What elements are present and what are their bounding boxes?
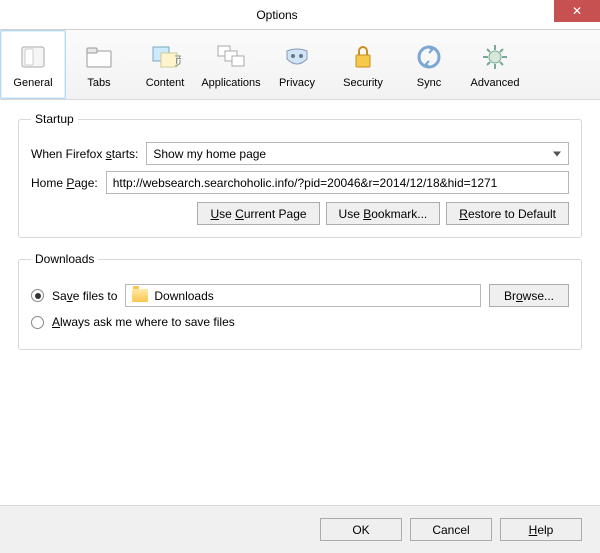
tab-security[interactable]: Security [330,30,396,99]
when-firefox-starts-label: When Firefox starts: [31,147,138,161]
help-button[interactable]: Help [500,518,582,541]
tab-label: Applications [201,77,260,89]
startup-legend: Startup [31,112,78,126]
close-button[interactable]: ✕ [554,0,600,22]
downloads-legend: Downloads [31,252,98,266]
content-icon: 页 [149,41,181,73]
home-page-input[interactable] [106,171,569,194]
tab-advanced[interactable]: Advanced [462,30,528,99]
tab-label: Sync [417,77,441,89]
cancel-button[interactable]: Cancel [410,518,492,541]
downloads-group: Downloads Save files to Downloads Browse… [18,252,582,350]
window-title: Options [0,8,554,22]
tab-sync[interactable]: Sync [396,30,462,99]
tab-label: General [13,77,52,89]
download-path-display: Downloads [125,284,481,307]
tabstrip: General Tabs 页 Content Applications Priv… [0,30,600,100]
switch-icon [17,41,49,73]
tab-label: Content [146,77,185,89]
download-path-text: Downloads [154,289,213,303]
always-ask-label: Always ask me where to save files [52,315,235,329]
tab-tabs[interactable]: Tabs [66,30,132,99]
dialog-footer: OK Cancel Help [0,505,600,553]
startup-group: Startup When Firefox starts: Show my hom… [18,112,582,238]
ok-button[interactable]: OK [320,518,402,541]
tab-label: Advanced [471,77,520,89]
when-firefox-starts-select[interactable]: Show my home page [146,142,569,165]
home-page-label: Home Page: [31,176,98,190]
use-current-page-button[interactable]: Use Current Page [197,202,319,225]
content-area: Startup When Firefox starts: Show my hom… [0,100,600,376]
close-icon: ✕ [572,4,582,18]
save-files-to-label: Save files to [52,289,117,303]
tab-content[interactable]: 页 Content [132,30,198,99]
tab-label: Security [343,77,383,89]
always-ask-radio[interactable] [31,316,44,329]
restore-default-button[interactable]: Restore to Default [446,202,569,225]
tab-label: Privacy [279,77,315,89]
folder-icon [83,41,115,73]
sync-icon [413,41,445,73]
lock-icon [347,41,379,73]
tab-applications[interactable]: Applications [198,30,264,99]
titlebar: Options ✕ [0,0,600,30]
svg-text:页: 页 [174,54,181,68]
applications-icon [215,41,247,73]
save-files-to-radio[interactable] [31,289,44,302]
gear-icon [479,41,511,73]
browse-button[interactable]: Browse... [489,284,569,307]
use-bookmark-button[interactable]: Use Bookmark... [326,202,441,225]
tab-privacy[interactable]: Privacy [264,30,330,99]
tab-general[interactable]: General [0,30,66,99]
folder-icon [132,289,148,302]
tab-label: Tabs [87,77,110,89]
mask-icon [281,41,313,73]
